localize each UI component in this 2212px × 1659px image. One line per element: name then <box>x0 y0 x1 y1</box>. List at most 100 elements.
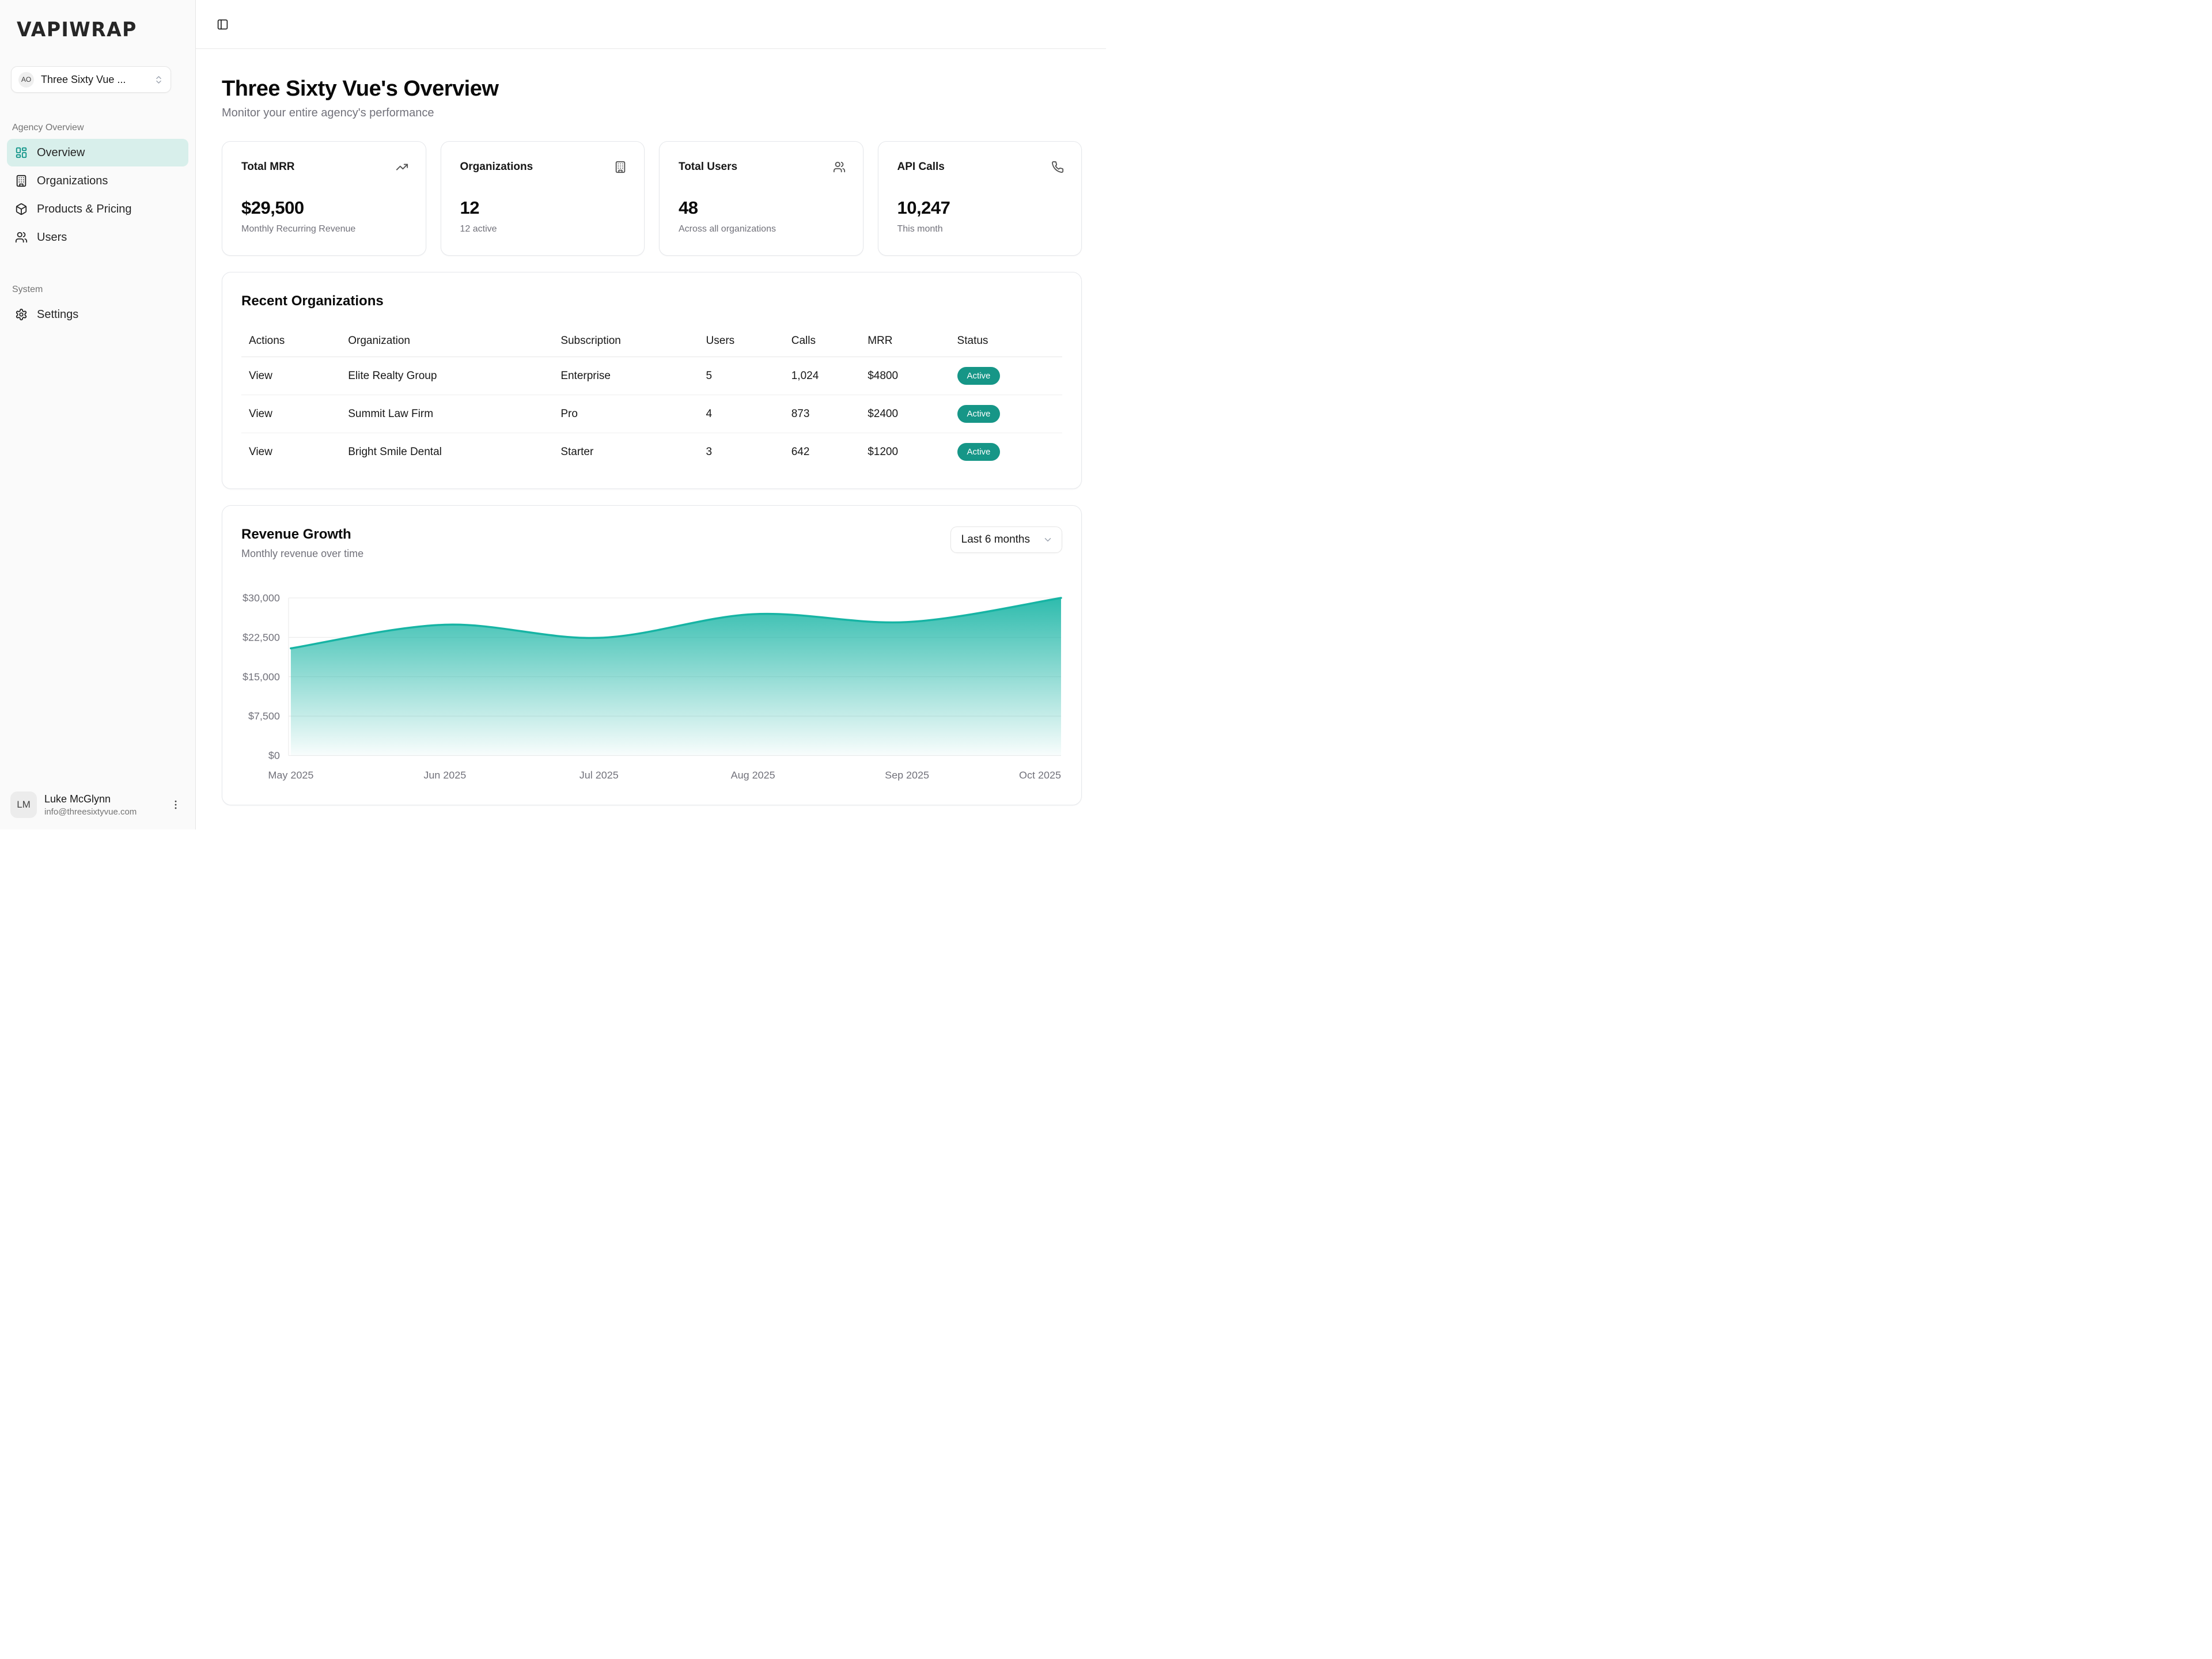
range-selector-value: Last 6 months <box>961 533 1030 546</box>
calls-cell: 1,024 <box>791 357 868 395</box>
stat-card-organizations: Organizations 12 12 active <box>441 141 645 256</box>
sidebar-item-label: Users <box>37 231 67 244</box>
stat-card-total-mrr: Total MRR $29,500 Monthly Recurring Reve… <box>222 141 426 256</box>
sidebar-toggle-button[interactable] <box>217 18 229 31</box>
page-content: Three Sixty Vue's Overview Monitor your … <box>196 49 1106 830</box>
status-badge: Active <box>957 443 1001 461</box>
phone-icon <box>1051 161 1064 173</box>
gear-icon <box>15 308 28 321</box>
topbar <box>196 0 1106 49</box>
sidebar-item-overview[interactable]: Overview <box>7 139 188 166</box>
stat-value: 12 <box>460 198 627 218</box>
main-area: Three Sixty Vue's Overview Monitor your … <box>196 0 1106 830</box>
mrr-cell: $4800 <box>868 357 957 395</box>
user-email: info@threesixtyvue.com <box>44 807 166 817</box>
status-badge: Active <box>957 405 1001 423</box>
table-row: View Summit Law Firm Pro 4 873 $2400 Act… <box>241 395 1062 433</box>
sidebar-item-organizations[interactable]: Organizations <box>7 167 188 195</box>
revenue-chart: $0$7,500$15,000$22,500$30,000May 2025Jun… <box>241 586 1062 788</box>
stat-caption: Across all organizations <box>679 224 846 234</box>
status-badge: Active <box>957 367 1001 385</box>
sidebar-item-users[interactable]: Users <box>7 224 188 251</box>
stat-value: 48 <box>679 198 846 218</box>
app-root: VAPIWRAP AO Three Sixty Vue ... Agency O… <box>0 0 1106 830</box>
sidebar-item-label: Settings <box>37 308 78 321</box>
org-name-cell: Bright Smile Dental <box>348 433 560 471</box>
org-switcher[interactable]: AO Three Sixty Vue ... <box>11 66 171 93</box>
users-cell: 4 <box>706 395 791 433</box>
revenue-growth-subtitle: Monthly revenue over time <box>241 548 363 560</box>
sidebar-section-agency-overview: Agency Overview <box>12 123 195 133</box>
range-selector[interactable]: Last 6 months <box>950 527 1062 553</box>
stat-cards: Total MRR $29,500 Monthly Recurring Reve… <box>222 141 1082 256</box>
sidebar-user[interactable]: LM Luke McGlynn info@threesixtyvue.com <box>7 787 188 823</box>
svg-text:May 2025: May 2025 <box>268 769 313 781</box>
users-icon <box>15 231 28 244</box>
stat-card-api-calls: API Calls 10,247 This month <box>878 141 1082 256</box>
revenue-growth-panel: Revenue Growth Monthly revenue over time… <box>222 505 1082 806</box>
users-cell: 5 <box>706 357 791 395</box>
page-title: Three Sixty Vue's Overview <box>222 77 1082 101</box>
view-button[interactable]: View <box>249 408 272 420</box>
svg-text:$22,500: $22,500 <box>243 631 280 643</box>
column-header-organization: Organization <box>348 327 560 357</box>
stat-caption: 12 active <box>460 224 627 234</box>
column-header-subscription: Subscription <box>560 327 706 357</box>
panel-left-icon <box>217 18 229 31</box>
users-icon <box>833 161 846 173</box>
stat-value: $29,500 <box>241 198 408 218</box>
svg-text:$7,500: $7,500 <box>248 710 280 722</box>
recent-organizations-panel: Recent Organizations Actions Organizatio… <box>222 272 1082 489</box>
avatar: LM <box>10 791 37 818</box>
svg-text:Jun 2025: Jun 2025 <box>423 769 466 781</box>
org-name-cell: Elite Realty Group <box>348 357 560 395</box>
sidebar-item-products-pricing[interactable]: Products & Pricing <box>7 195 188 223</box>
stat-value: 10,247 <box>897 198 1065 218</box>
mrr-cell: $1200 <box>868 433 957 471</box>
svg-text:Jul 2025: Jul 2025 <box>579 769 619 781</box>
svg-text:Oct 2025: Oct 2025 <box>1019 769 1061 781</box>
column-header-status: Status <box>957 327 1062 357</box>
org-name-cell: Summit Law Firm <box>348 395 560 433</box>
column-header-calls: Calls <box>791 327 868 357</box>
stat-label: API Calls <box>897 161 945 173</box>
view-button[interactable]: View <box>249 446 272 458</box>
stat-label: Total MRR <box>241 161 295 173</box>
calls-cell: 873 <box>791 395 868 433</box>
calls-cell: 642 <box>791 433 868 471</box>
sidebar-nav-system: Settings <box>0 301 195 328</box>
table-row: View Elite Realty Group Enterprise 5 1,0… <box>241 357 1062 395</box>
column-header-actions: Actions <box>241 327 348 357</box>
subscription-cell: Starter <box>560 433 706 471</box>
sidebar-item-label: Products & Pricing <box>37 203 132 216</box>
stat-card-total-users: Total Users 48 Across all organizations <box>659 141 863 256</box>
svg-text:Sep 2025: Sep 2025 <box>885 769 929 781</box>
dashboard-icon <box>15 146 28 159</box>
building-icon <box>15 175 28 187</box>
trending-up-icon <box>396 161 408 173</box>
stat-caption: Monthly Recurring Revenue <box>241 224 408 234</box>
sidebar-item-label: Overview <box>37 146 85 160</box>
stat-label: Total Users <box>679 161 737 173</box>
sidebar-section-system: System <box>12 285 195 295</box>
mrr-cell: $2400 <box>868 395 957 433</box>
building-icon <box>614 161 627 173</box>
package-icon <box>15 203 28 215</box>
table-header-row: Actions Organization Subscription Users … <box>241 327 1062 357</box>
chevrons-up-down-icon <box>154 75 164 85</box>
sidebar-nav: Overview Organizations Products & Pricin… <box>0 139 195 251</box>
more-vertical-icon[interactable] <box>166 796 185 814</box>
users-cell: 3 <box>706 433 791 471</box>
subscription-cell: Enterprise <box>560 357 706 395</box>
page-subtitle: Monitor your entire agency's performance <box>222 107 1082 120</box>
svg-text:$30,000: $30,000 <box>243 592 280 603</box>
user-name: Luke McGlynn <box>44 793 166 805</box>
svg-text:$15,000: $15,000 <box>243 671 280 682</box>
sidebar-item-settings[interactable]: Settings <box>7 301 188 328</box>
view-button[interactable]: View <box>249 370 272 382</box>
column-header-mrr: MRR <box>868 327 957 357</box>
column-header-users: Users <box>706 327 791 357</box>
org-avatar: AO <box>18 72 34 88</box>
sidebar-item-label: Organizations <box>37 175 108 188</box>
area-chart: $0$7,500$15,000$22,500$30,000May 2025Jun… <box>241 586 1062 788</box>
